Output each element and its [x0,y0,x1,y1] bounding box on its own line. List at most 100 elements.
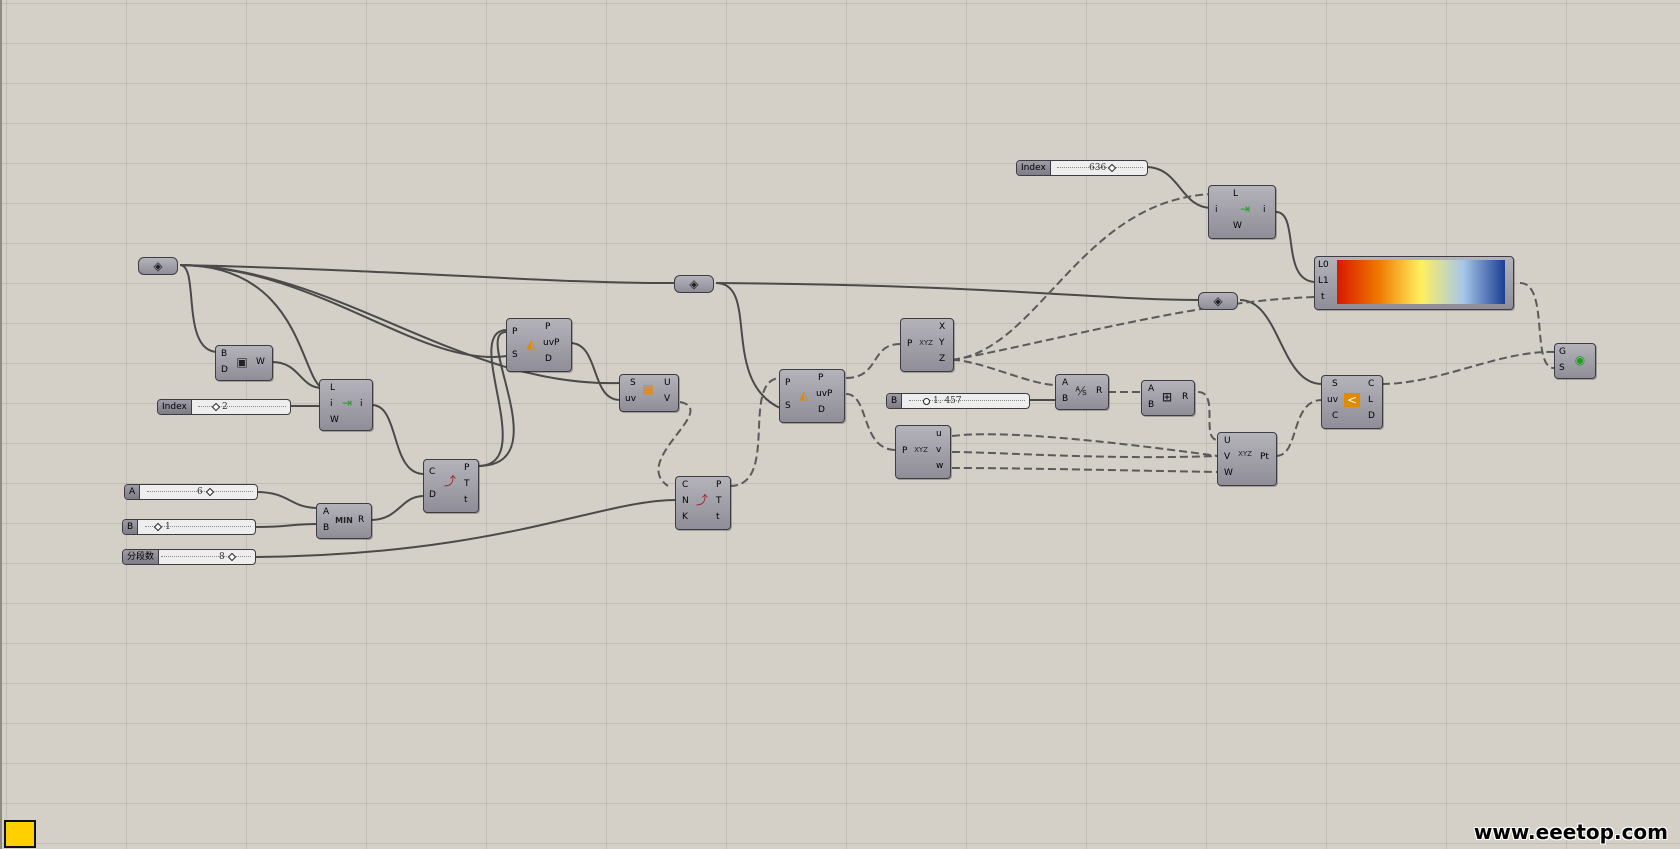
wire [1197,391,1219,441]
input-port-label: S [1559,363,1565,373]
evaluate-surface-component[interactable]: S uv ▦ U V [619,374,679,412]
list-item-icon: ⇥ [341,396,353,410]
input-port-label: t [1321,292,1325,302]
minimum-component[interactable]: A B MIN R [316,503,372,539]
output-port-label: D [545,354,552,364]
wire [1381,350,1556,385]
input-port-label: W [1233,221,1242,231]
box-icon: ▣ [236,355,248,369]
slider-label: B [887,394,903,408]
slider-a[interactable]: A 6 [124,484,258,500]
list-item-component[interactable]: L i W ⇥ i [319,379,373,431]
slider-knob[interactable] [211,402,221,412]
output-port-label: P [818,373,824,383]
output-port-label: P [716,480,722,490]
slider-index-2[interactable]: Index 636 [1016,160,1148,176]
input-port-label: S [630,378,636,388]
input-port-label: W [330,415,339,425]
geometry-param[interactable]: ◈ [138,257,178,275]
custom-preview-component[interactable]: G S ◉ [1554,343,1596,379]
surface-closest-point-component-2[interactable]: P S ◭ P uvP D [779,369,845,423]
slider-b[interactable]: B 1 [122,519,256,535]
input-port-label: uv [625,394,637,404]
addition-component[interactable]: A B ⊞ R [1141,380,1195,416]
divide-curve-component[interactable]: C D ⤴ P T t [423,459,479,513]
input-port-label: B [323,523,330,533]
gradient-component[interactable]: L0 L1 t [1314,256,1514,310]
wire [845,343,901,379]
wire [1239,299,1323,385]
deconstruct-point-component[interactable]: P XYZ X Y Z [900,318,954,372]
input-port-label: uv [1327,395,1339,405]
output-port-label: Z [939,354,946,364]
list-item-component-2[interactable]: L i W ⇥ i [1208,185,1276,239]
box-component[interactable]: B D ▣ W [215,345,273,381]
wire [255,491,319,509]
grasshopper-logo-icon[interactable] [4,820,36,848]
wire [729,377,781,487]
slider-knob[interactable] [205,487,215,497]
input-port-label: K [682,512,688,522]
input-port-label: D [221,365,228,375]
geometry-icon: ◈ [1213,294,1223,308]
division-component[interactable]: A B ⅍ R [1055,374,1109,410]
slider-index[interactable]: Index 2 [157,399,291,415]
output-port-label: i [360,399,363,409]
evaluate-surface-component-2[interactable]: S uv C < C L D [1321,375,1383,429]
input-port-label: C [682,480,689,490]
wire [657,401,692,487]
input-port-label: A [1148,384,1155,394]
deconstruct-point-icon: XYZ [919,339,933,347]
list-item-icon: ⇥ [1239,202,1251,216]
gradient-bar[interactable] [1337,260,1505,304]
input-port-label: A [1062,378,1069,388]
input-port-label: N [682,496,689,506]
input-port-label: D [429,490,436,500]
wire-layer [179,166,1556,558]
slider-label: Index [1017,161,1051,175]
deconstruct-uvw-component[interactable]: P XYZ u v w [895,425,951,479]
input-port-label: B [1148,400,1155,410]
slider-value: 1 [165,522,171,532]
wire [477,329,508,467]
input-port-label: S [512,350,518,360]
curve-closest-point-component[interactable]: C N K ⤴ P T t [675,476,731,530]
output-port-label: u [936,429,942,439]
slider-b-2[interactable]: B 1. 457 [886,393,1030,409]
geometry-param-relay[interactable]: ◈ [674,275,714,293]
input-port-label: L1 [1318,276,1329,286]
output-port-label: L [1368,395,1374,405]
preview-icon: ◉ [1574,353,1586,367]
input-port-label: i [330,399,333,409]
wire [1275,211,1317,283]
output-port-label: D [1368,411,1375,421]
input-port-label: C [1332,411,1339,421]
evaluate-surface-icon: ▦ [642,382,654,396]
wire [951,467,1219,473]
output-port-label: P [464,463,470,473]
geometry-param-relay-2[interactable]: ◈ [1198,292,1238,310]
wire [1519,282,1556,370]
input-port-label: S [1332,379,1338,389]
slider-label: 分段数 [123,550,160,564]
slider-knob[interactable] [153,522,163,532]
input-port-label: i [1215,205,1218,215]
output-port-label: Y [939,338,945,348]
slider-segments[interactable]: 分段数 8 [122,549,256,565]
evaluate-surface-icon: < [1344,393,1360,407]
input-port-label: W [1224,468,1233,478]
geometry-icon: ◈ [153,259,163,273]
slider-label: B [123,520,139,534]
output-port-label: T [716,496,722,506]
surface-closest-point-component[interactable]: P S ◭ P uvP D [506,318,572,372]
output-port-label: Pt [1260,452,1269,462]
slider-knob[interactable] [227,552,237,562]
slider-knob[interactable] [1107,163,1117,173]
divide-curve-icon: ⤴ [443,474,456,488]
slider-label: Index [158,400,192,414]
output-port-label: P [545,322,551,332]
input-port-label: L0 [1318,260,1329,270]
input-port-label: B [1062,394,1069,404]
slider-knob[interactable] [923,398,930,405]
construct-point-component[interactable]: U V W XYZ Pt [1217,432,1277,486]
